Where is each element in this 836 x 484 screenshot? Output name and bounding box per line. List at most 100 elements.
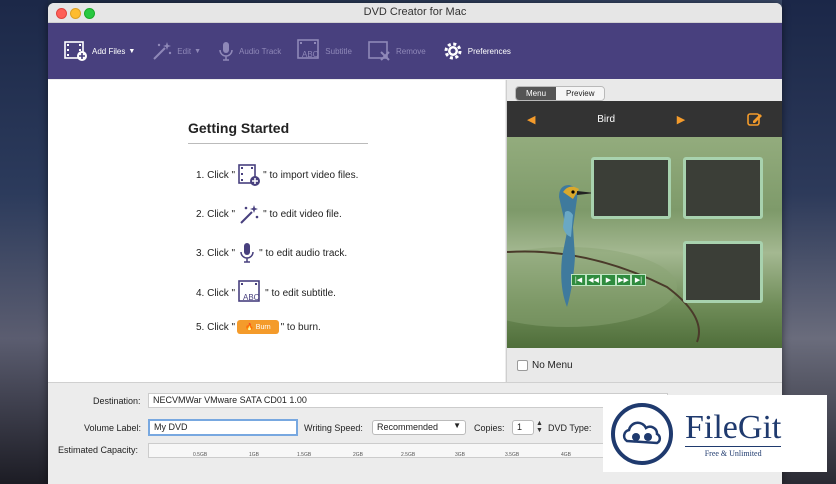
theme-name: Bird: [597, 113, 616, 125]
remove-label: Remove: [395, 46, 426, 56]
step-suffix: " to edit subtitle.: [265, 287, 336, 299]
getting-started-title: Getting Started: [188, 120, 290, 136]
step-prefix: 1. Click ": [196, 169, 236, 181]
titlebar: DVD Creator for Mac: [48, 3, 782, 23]
rewind-icon[interactable]: ◀◀: [586, 274, 601, 286]
theme-selector-bar: ◀ Bird ▶: [507, 101, 782, 137]
window-title: DVD Creator for Mac: [363, 6, 467, 18]
last-icon[interactable]: ▶|: [631, 274, 646, 286]
copies-input[interactable]: 1: [512, 420, 534, 435]
edit-button[interactable]: Edit ▼: [151, 40, 201, 62]
step-suffix: " to edit audio track.: [259, 247, 348, 259]
film-add-icon: [237, 163, 261, 187]
writing-speed-select[interactable]: Recommended ▼: [372, 420, 466, 435]
chapter-thumbnail[interactable]: [683, 241, 763, 303]
toolbar: Add Files ▼ Edit ▼ Audio Track ABC Subti…: [48, 23, 782, 79]
svg-text:ABC: ABC: [302, 50, 319, 59]
tab-preview[interactable]: Preview: [556, 87, 605, 100]
edit-label: Edit: [177, 46, 192, 56]
filegit-watermark: FileGit Free & Unlimited: [603, 395, 827, 472]
magic-wand-icon: [153, 42, 172, 60]
next-theme-icon[interactable]: ▶: [677, 113, 685, 126]
svg-text:ABC: ABC: [243, 293, 260, 302]
first-icon[interactable]: |◀: [571, 274, 586, 286]
step-suffix: " to edit video file.: [263, 208, 342, 220]
burn-label: Burn: [255, 324, 271, 331]
menu-preview-image: |◀ ◀◀ ▶ ▶▶ ▶|: [507, 137, 782, 348]
chapter-thumbnail[interactable]: [591, 157, 671, 219]
capacity-tick: 3.5GB: [505, 452, 520, 458]
subtitle-label: Subtitle: [325, 46, 352, 56]
preferences-label: Preferences: [467, 46, 511, 56]
add-files-button[interactable]: Add Files ▼: [64, 40, 135, 62]
getting-started-pane: Getting Started 1. Click " " to import v…: [48, 80, 505, 382]
volume-label-input[interactable]: My DVD: [148, 419, 298, 436]
step-audio: 3. Click " " to edit audio track.: [196, 241, 347, 265]
add-files-label: Add Files: [92, 46, 126, 56]
playback-controls: |◀ ◀◀ ▶ ▶▶ ▶|: [571, 274, 646, 286]
forward-icon[interactable]: ▶▶: [616, 274, 631, 286]
step-subtitle: 4. Click " ABC " to edit subtitle.: [196, 280, 336, 306]
microphone-icon: [237, 241, 257, 265]
copies-label: Copies:: [474, 423, 505, 433]
filegit-text: FileGit Free & Unlimited: [685, 408, 782, 458]
remove-button[interactable]: Remove: [368, 40, 426, 62]
chapter-thumbnail[interactable]: [683, 157, 763, 219]
destination-select[interactable]: NECVMWar VMware SATA CD01 1.00: [148, 393, 668, 408]
audio-track-button[interactable]: Audio Track: [217, 40, 281, 62]
film-add-icon: [64, 41, 87, 61]
microphone-icon: [219, 42, 233, 61]
dropdown-arrow-icon: ▼: [194, 47, 202, 55]
step-suffix: " to import video files.: [263, 169, 359, 181]
preferences-button[interactable]: Preferences: [442, 40, 511, 62]
capacity-tick: 2GB: [353, 452, 364, 458]
film-remove-icon: [368, 41, 390, 61]
destination-label: Destination:: [93, 396, 141, 406]
subtitle-button[interactable]: ABC Subtitle: [297, 39, 352, 63]
film-subtitle-icon: ABC: [297, 39, 320, 59]
estimated-capacity-label: Estimated Capacity:: [58, 445, 139, 455]
writing-speed-label: Writing Speed:: [304, 423, 363, 433]
capacity-tick: 3GB: [455, 452, 466, 458]
view-toggle: Menu Preview: [515, 86, 606, 101]
filegit-tagline: Free & Unlimited: [685, 445, 782, 458]
filegit-logo-icon: [611, 402, 673, 465]
audio-track-label: Audio Track: [239, 46, 282, 56]
burn-button-preview: 🔥 Burn: [237, 320, 279, 334]
no-menu-option[interactable]: No Menu: [517, 360, 573, 371]
step-prefix: 5. Click ": [196, 321, 236, 333]
magic-wand-icon: [237, 202, 261, 226]
gear-icon: [444, 42, 462, 60]
step-prefix: 2. Click ": [196, 208, 236, 220]
capacity-tick: 2.5GB: [401, 452, 416, 458]
capacity-tick: 1GB: [249, 452, 260, 458]
dvd-type-label: DVD Type:: [548, 423, 592, 433]
no-menu-label: No Menu: [532, 360, 573, 371]
menu-preview-pane: Menu Preview ◀ Bird ▶ |◀ ◀◀ ▶ ▶▶ ▶| No M…: [506, 80, 782, 382]
edit-menu-icon[interactable]: [747, 111, 763, 127]
capacity-tick: 1.5GB: [297, 452, 312, 458]
step-suffix: " to burn.: [280, 321, 321, 333]
divider: [188, 143, 368, 144]
step-prefix: 4. Click ": [196, 287, 236, 299]
film-subtitle-icon: ABC: [237, 280, 263, 306]
capacity-tick: 4GB: [561, 452, 572, 458]
tab-menu[interactable]: Menu: [516, 87, 557, 100]
desktop-background-left: [0, 0, 48, 484]
step-import: 1. Click " " to import video files.: [196, 163, 358, 187]
step-prefix: 3. Click ": [196, 247, 236, 259]
step-edit: 2. Click " " to edit video file.: [196, 202, 342, 226]
dropdown-arrow-icon: ▼: [128, 47, 136, 55]
step-burn: 5. Click " 🔥 Burn " to burn.: [196, 320, 321, 334]
capacity-bar: 0.5GB 1GB 1.5GB 2GB 2.5GB 3GB 3.5GB 4GB: [148, 443, 668, 458]
no-menu-checkbox[interactable]: [517, 360, 528, 371]
volume-label-label: Volume Label:: [84, 423, 142, 433]
play-icon[interactable]: ▶: [601, 274, 616, 286]
filegit-name: FileGit: [685, 408, 782, 446]
main-content: Getting Started 1. Click " " to import v…: [48, 80, 782, 382]
chevron-down-icon: ▼: [453, 421, 461, 430]
writing-speed-value: Recommended: [377, 422, 439, 432]
previous-theme-icon[interactable]: ◀: [527, 113, 535, 126]
copies-stepper[interactable]: ▲ ▼: [536, 420, 543, 434]
capacity-tick: 0.5GB: [193, 452, 208, 458]
